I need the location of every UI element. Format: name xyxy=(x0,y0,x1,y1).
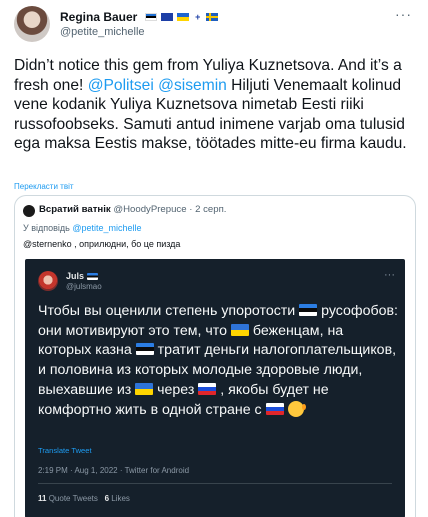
reply-handle-link[interactable]: @petite_michelle xyxy=(72,223,141,233)
author-name-text[interactable]: Regina Bauer xyxy=(60,10,137,24)
flag-ukraine-icon xyxy=(230,323,249,336)
quoted-tweet[interactable]: Всратий ватнік @HoodyPrepuce · 2 серп. У… xyxy=(14,195,416,517)
quote-body: @sternenko , оприлюдни, бо це пизда xyxy=(23,239,181,249)
flag-estonia-icon xyxy=(299,304,318,316)
avatar[interactable] xyxy=(14,6,50,42)
flag-russia-icon xyxy=(265,402,284,415)
author-flags: + xyxy=(144,9,219,23)
screenshot-text-part: через xyxy=(153,381,199,398)
quote-header: Всратий ватнік @HoodyPrepuce · 2 серп. xyxy=(39,204,226,215)
flag-sweden-icon xyxy=(206,12,219,21)
mention-link-politsei[interactable]: @Politsei xyxy=(88,77,154,94)
translate-tweet-link[interactable]: Перекласти твіт xyxy=(14,182,74,191)
screenshot-timestamp: 2:19 PM · Aug 1, 2022 · Twitter for Andr… xyxy=(38,466,190,475)
flag-estonia-icon xyxy=(144,12,157,21)
screenshot-author-handle: @julsmao xyxy=(66,282,102,291)
screenshot-more-icon: ··· xyxy=(384,269,395,281)
more-options-icon[interactable]: ··· xyxy=(395,6,412,22)
screenshot-author-name-text: Juls xyxy=(66,271,85,281)
quote-reply-to: У відповідь @petite_michelle xyxy=(23,223,142,233)
flag-russia-icon xyxy=(198,382,217,395)
author-handle[interactable]: @petite_michelle xyxy=(60,26,145,38)
exploding-head-emoji-icon xyxy=(287,400,306,417)
flag-ukraine-icon xyxy=(177,12,190,21)
quote-avatar[interactable] xyxy=(23,205,35,217)
author-name[interactable]: Regina Bauer + xyxy=(60,9,219,24)
mention-link-sisemin[interactable]: @sisemin xyxy=(158,77,227,94)
quote-separator: · xyxy=(186,204,196,215)
screenshot-translate-link: Translate Tweet xyxy=(38,446,92,455)
flag-estonia-icon xyxy=(135,343,154,356)
quote-author-name[interactable]: Всратий ватнік xyxy=(39,204,111,215)
screenshot-author-name: Juls xyxy=(66,271,98,281)
plus-icon: + xyxy=(195,11,201,22)
flag-eu-icon xyxy=(161,12,174,21)
screenshot-text: Чтобы вы оценили степень упоротости русо… xyxy=(38,302,398,420)
tweet-header: Regina Bauer + @petite_michelle ··· xyxy=(14,6,414,46)
flag-estonia-icon xyxy=(86,273,98,280)
screenshot-stats: 11 Quote Tweets 6 Likes xyxy=(38,494,130,503)
quote-author-handle[interactable]: @HoodyPrepuce xyxy=(113,204,186,215)
embedded-tweet-screenshot[interactable]: Juls @julsmao ··· Чтобы вы оценили степе… xyxy=(25,259,405,517)
tweet-text: Didn’t notice this gem from Yuliya Kuzne… xyxy=(14,56,418,154)
divider xyxy=(38,483,392,484)
quote-date[interactable]: 2 серп. xyxy=(195,204,226,215)
reply-prefix: У відповідь xyxy=(23,223,73,233)
screenshot-avatar xyxy=(38,271,58,291)
screenshot-text-part: Чтобы вы оценили степень упоротости xyxy=(38,303,300,319)
likes-label: Likes xyxy=(109,494,130,503)
quote-tweets-label: Quote Tweets xyxy=(46,494,98,503)
flag-ukraine-icon xyxy=(135,382,154,395)
